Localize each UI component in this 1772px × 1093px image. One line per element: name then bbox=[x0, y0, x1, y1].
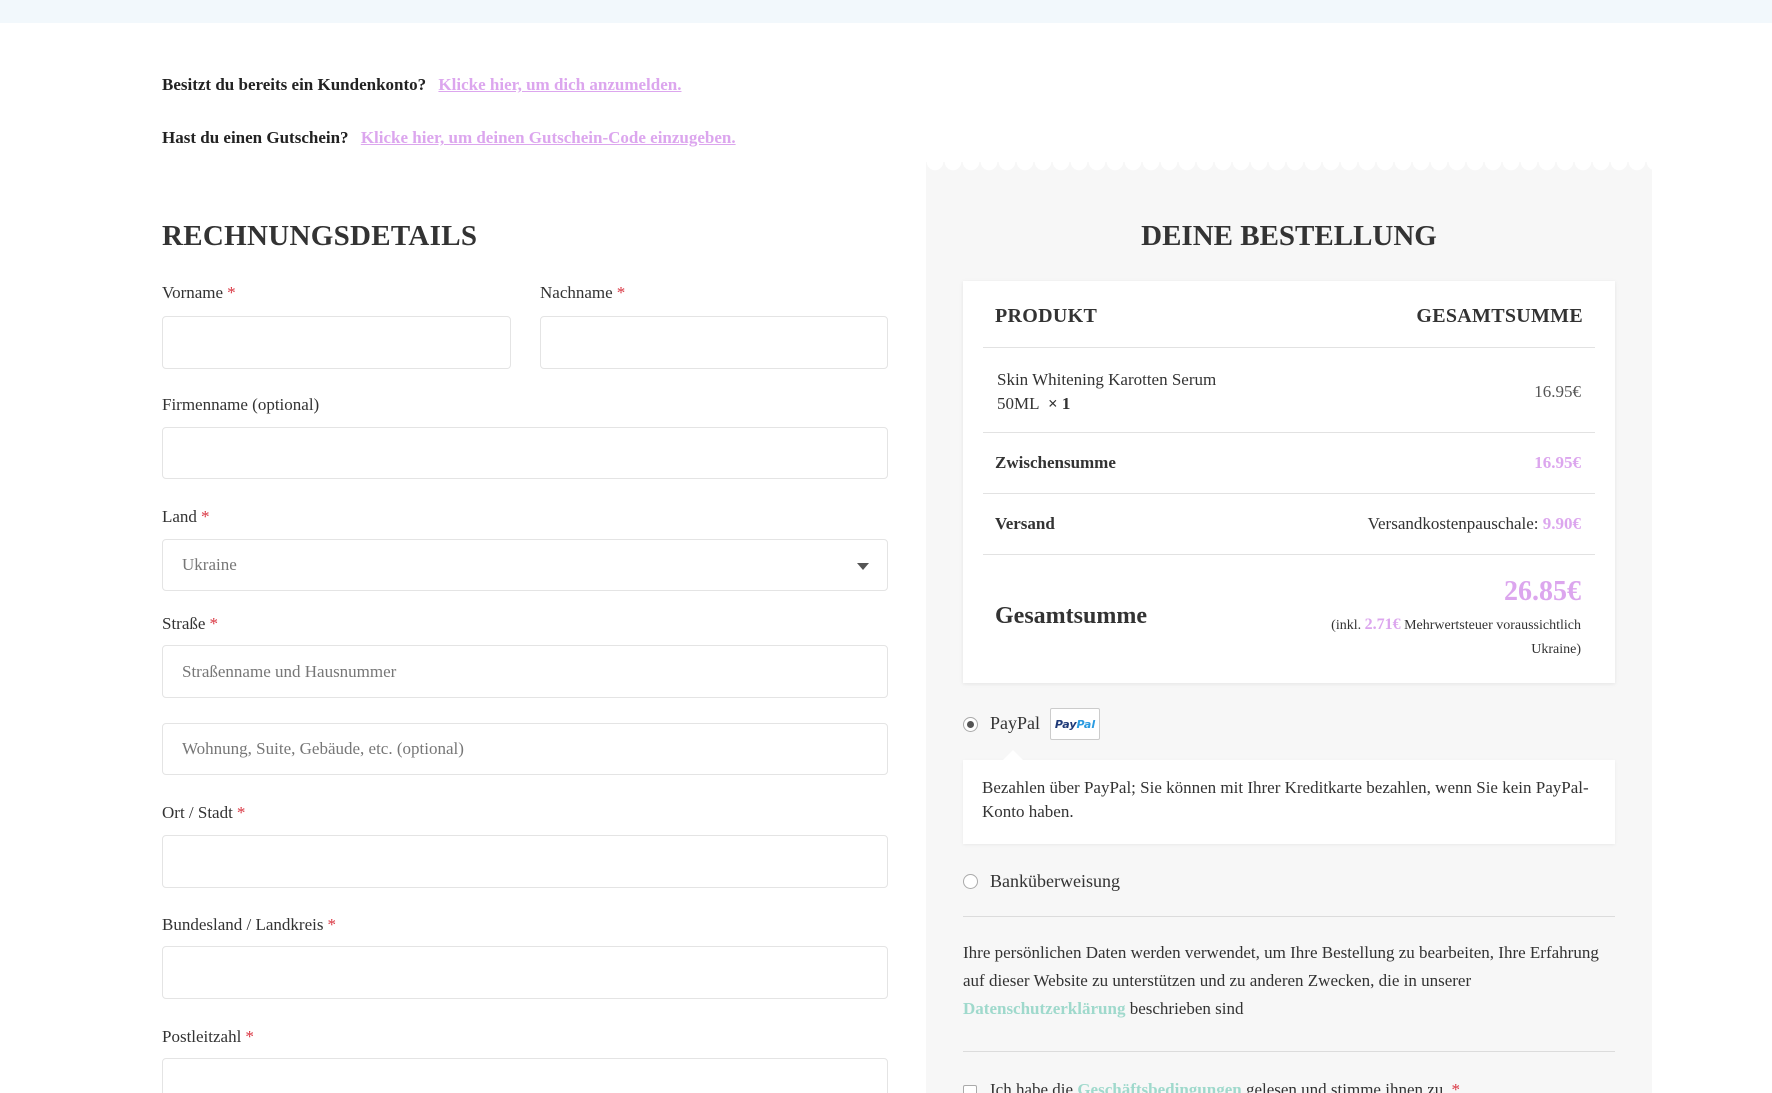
total-label: Gesamtsumme bbox=[995, 603, 1147, 629]
country-value: Ukraine bbox=[182, 555, 237, 574]
order-item-row: Skin Whitening Karotten Serum 50ML × 1 1… bbox=[983, 348, 1595, 433]
billing-title: RECHNUNGSDETAILS bbox=[162, 220, 478, 252]
item-name: Skin Whitening Karotten Serum 50ML × 1 bbox=[997, 370, 1217, 413]
company-label: Firmenname (optional) bbox=[162, 395, 320, 414]
billing-section: RECHNUNGSDETAILS Vorname * Nachname * Firm… bbox=[162, 210, 888, 1093]
chevron-down-icon bbox=[857, 563, 869, 570]
terms-link[interactable]: Geschäftsbedingungen bbox=[1077, 1080, 1241, 1093]
top-bar bbox=[0, 0, 1772, 23]
country-select[interactable]: Ukraine bbox=[162, 539, 888, 591]
street-label: Straße * bbox=[162, 614, 218, 633]
order-section: DEINE BESTELLUNG PRODUKT GESAMTSUMME Ski… bbox=[926, 172, 1652, 1093]
paypal-description: Bezahlen über PayPal; Sie können mit Ihr… bbox=[963, 750, 1615, 844]
login-link[interactable]: Klicke hier, um dich anzumelden. bbox=[438, 75, 681, 94]
city-input[interactable] bbox=[162, 835, 888, 888]
state-input[interactable] bbox=[162, 946, 888, 999]
order-header-row: PRODUKT GESAMTSUMME bbox=[983, 281, 1595, 348]
country-label: Land * bbox=[162, 507, 210, 526]
login-question: Besitzt du bereits ein Kundenkonto? bbox=[162, 75, 427, 94]
privacy-notice: Ihre persönlichen Daten werden verwendet… bbox=[963, 943, 1599, 1018]
col-total: GESAMTSUMME bbox=[1416, 305, 1583, 327]
payment-divider bbox=[963, 916, 1615, 917]
first-name-input[interactable] bbox=[162, 316, 511, 369]
order-title: DEINE BESTELLUNG bbox=[1141, 220, 1437, 252]
item-quantity: × 1 bbox=[1048, 394, 1071, 413]
shipping-label: Versand bbox=[995, 514, 1055, 533]
street2-input[interactable]: Wohnung, Suite, Gebäude, etc. (optional) bbox=[162, 723, 888, 775]
last-name-label: Nachname * bbox=[540, 283, 626, 302]
street2-placeholder: Wohnung, Suite, Gebäude, etc. (optional) bbox=[182, 739, 464, 758]
company-input[interactable] bbox=[162, 427, 888, 479]
subtotal-row: Zwischensumme 16.95€ bbox=[983, 433, 1595, 494]
privacy-divider bbox=[963, 1051, 1615, 1052]
shipping-row: Versand Versandkostenpauschale: 9.90€ bbox=[983, 494, 1595, 555]
coupon-notice: Hast du einen Gutschein? Klicke hier, um… bbox=[162, 128, 736, 148]
city-label: Ort / Stadt * bbox=[162, 803, 246, 822]
total-value: 26.85€ bbox=[1504, 576, 1581, 607]
tax-note: (inkl. 2.71€ Mehrwertsteuer voraussichtl… bbox=[1331, 616, 1581, 633]
shipping-value: Versandkostenpauschale: 9.90€ bbox=[1367, 514, 1581, 533]
terms-checkbox[interactable] bbox=[963, 1085, 977, 1093]
street-input[interactable]: Straßenname und Hausnummer bbox=[162, 645, 888, 698]
coupon-link[interactable]: Klicke hier, um deinen Gutschein-Code ei… bbox=[361, 128, 736, 147]
street-placeholder: Straßenname und Hausnummer bbox=[182, 661, 397, 681]
total-value-block: 26.85€ (inkl. 2.71€ Mehrwertsteuer vorau… bbox=[1331, 576, 1581, 657]
subtotal-label: Zwischensumme bbox=[995, 453, 1116, 472]
paypal-logo: Pay Pal bbox=[1050, 708, 1100, 740]
login-notice: Besitzt du bereits ein Kundenkonto? Klic… bbox=[162, 75, 681, 95]
item-price: 16.95€ bbox=[1534, 382, 1581, 401]
bank-transfer-label[interactable]: Banküberweisung bbox=[990, 871, 1120, 892]
state-label: Bundesland / Landkreis * bbox=[162, 915, 336, 934]
col-product: PRODUKT bbox=[995, 305, 1098, 327]
privacy-link[interactable]: Datenschutzerklärung bbox=[963, 999, 1125, 1018]
last-name-input[interactable] bbox=[540, 316, 888, 369]
first-name-label: Vorname * bbox=[162, 283, 236, 302]
terms-label: Ich habe die Geschäftsbedingungen gelese… bbox=[990, 1080, 1460, 1093]
paypal-label[interactable]: PayPal bbox=[990, 713, 1040, 734]
zip-input[interactable] bbox=[162, 1058, 888, 1093]
bank-transfer-radio[interactable] bbox=[963, 874, 978, 889]
subtotal-value: 16.95€ bbox=[1534, 453, 1581, 472]
coupon-question: Hast du einen Gutschein? bbox=[162, 128, 349, 147]
paypal-radio[interactable] bbox=[963, 717, 978, 732]
zip-label: Postleitzahl * bbox=[162, 1027, 254, 1046]
order-table: PRODUKT GESAMTSUMME Skin Whitening Karot… bbox=[963, 281, 1615, 683]
